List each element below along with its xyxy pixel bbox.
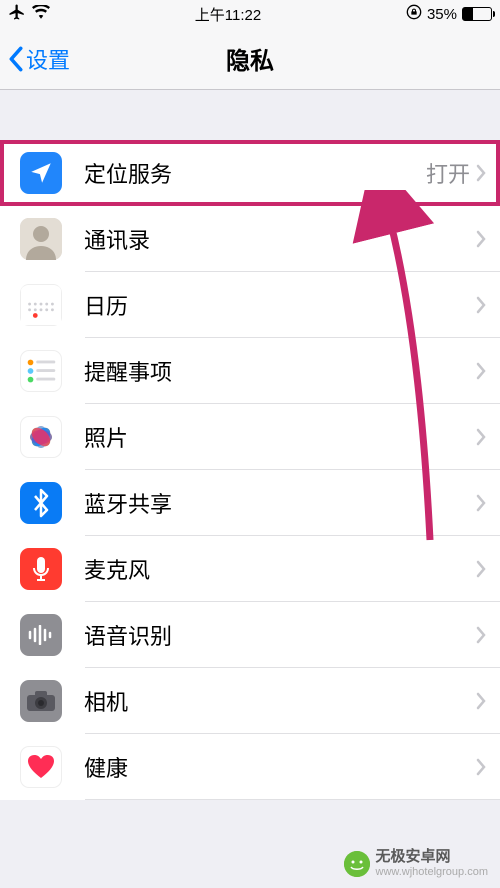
row-microphone[interactable]: 麦克风 [0, 536, 500, 602]
airplane-icon [8, 3, 26, 25]
chevron-right-icon [476, 626, 486, 644]
chevron-right-icon [476, 560, 486, 578]
photos-icon [20, 416, 62, 458]
chevron-right-icon [476, 362, 486, 380]
watermark-url: www.wjhotelgroup.com [376, 866, 489, 878]
reminders-icon [20, 350, 62, 392]
row-calendar[interactable]: 日历 [0, 272, 500, 338]
back-label: 设置 [26, 43, 70, 75]
chevron-right-icon [476, 428, 486, 446]
row-label: 麦克风 [84, 553, 476, 585]
settings-list: 定位服务 打开 通讯录 日历 提醒事项 照片 [0, 140, 500, 800]
lock-rotation-icon [406, 4, 422, 24]
row-label: 语音识别 [84, 619, 476, 651]
wifi-icon [32, 5, 50, 23]
back-button[interactable]: 设置 [0, 43, 70, 75]
chevron-left-icon [8, 46, 24, 72]
row-bluetooth[interactable]: 蓝牙共享 [0, 470, 500, 536]
row-contacts[interactable]: 通讯录 [0, 206, 500, 272]
chevron-right-icon [476, 494, 486, 512]
row-reminders[interactable]: 提醒事项 [0, 338, 500, 404]
camera-icon [20, 680, 62, 722]
row-label: 通讯录 [84, 223, 476, 255]
microphone-icon [20, 548, 62, 590]
row-label: 蓝牙共享 [84, 487, 476, 519]
status-bar: 上午11:22 35% [0, 0, 500, 28]
health-icon [20, 746, 62, 788]
battery-percentage: 35% [427, 6, 457, 23]
row-speech[interactable]: 语音识别 [0, 602, 500, 668]
row-label: 相机 [84, 685, 476, 717]
row-label: 提醒事项 [84, 355, 476, 387]
watermark-title: 无极安卓网 [376, 849, 489, 866]
page-title: 隐私 [226, 41, 274, 76]
battery-icon [462, 7, 492, 21]
status-time: 上午11:22 [195, 4, 261, 25]
location-icon [20, 152, 62, 194]
watermark-logo-icon [344, 851, 370, 877]
row-label: 日历 [84, 289, 476, 321]
chevron-right-icon [476, 758, 486, 776]
chevron-right-icon [476, 692, 486, 710]
nav-bar: 设置 隐私 [0, 28, 500, 90]
chevron-right-icon [476, 230, 486, 248]
contacts-icon [20, 218, 62, 260]
section-spacer [0, 90, 500, 140]
calendar-icon [20, 284, 62, 326]
chevron-right-icon [476, 296, 486, 314]
row-photos[interactable]: 照片 [0, 404, 500, 470]
row-health[interactable]: 健康 [0, 734, 500, 800]
row-location-services[interactable]: 定位服务 打开 [0, 140, 500, 206]
row-label: 定位服务 [84, 157, 426, 189]
speech-icon [20, 614, 62, 656]
row-label: 健康 [84, 751, 476, 783]
bluetooth-icon [20, 482, 62, 524]
watermark: 无极安卓网 www.wjhotelgroup.com [344, 849, 489, 878]
row-label: 照片 [84, 421, 476, 453]
chevron-right-icon [476, 164, 486, 182]
row-value: 打开 [426, 157, 470, 189]
row-camera[interactable]: 相机 [0, 668, 500, 734]
